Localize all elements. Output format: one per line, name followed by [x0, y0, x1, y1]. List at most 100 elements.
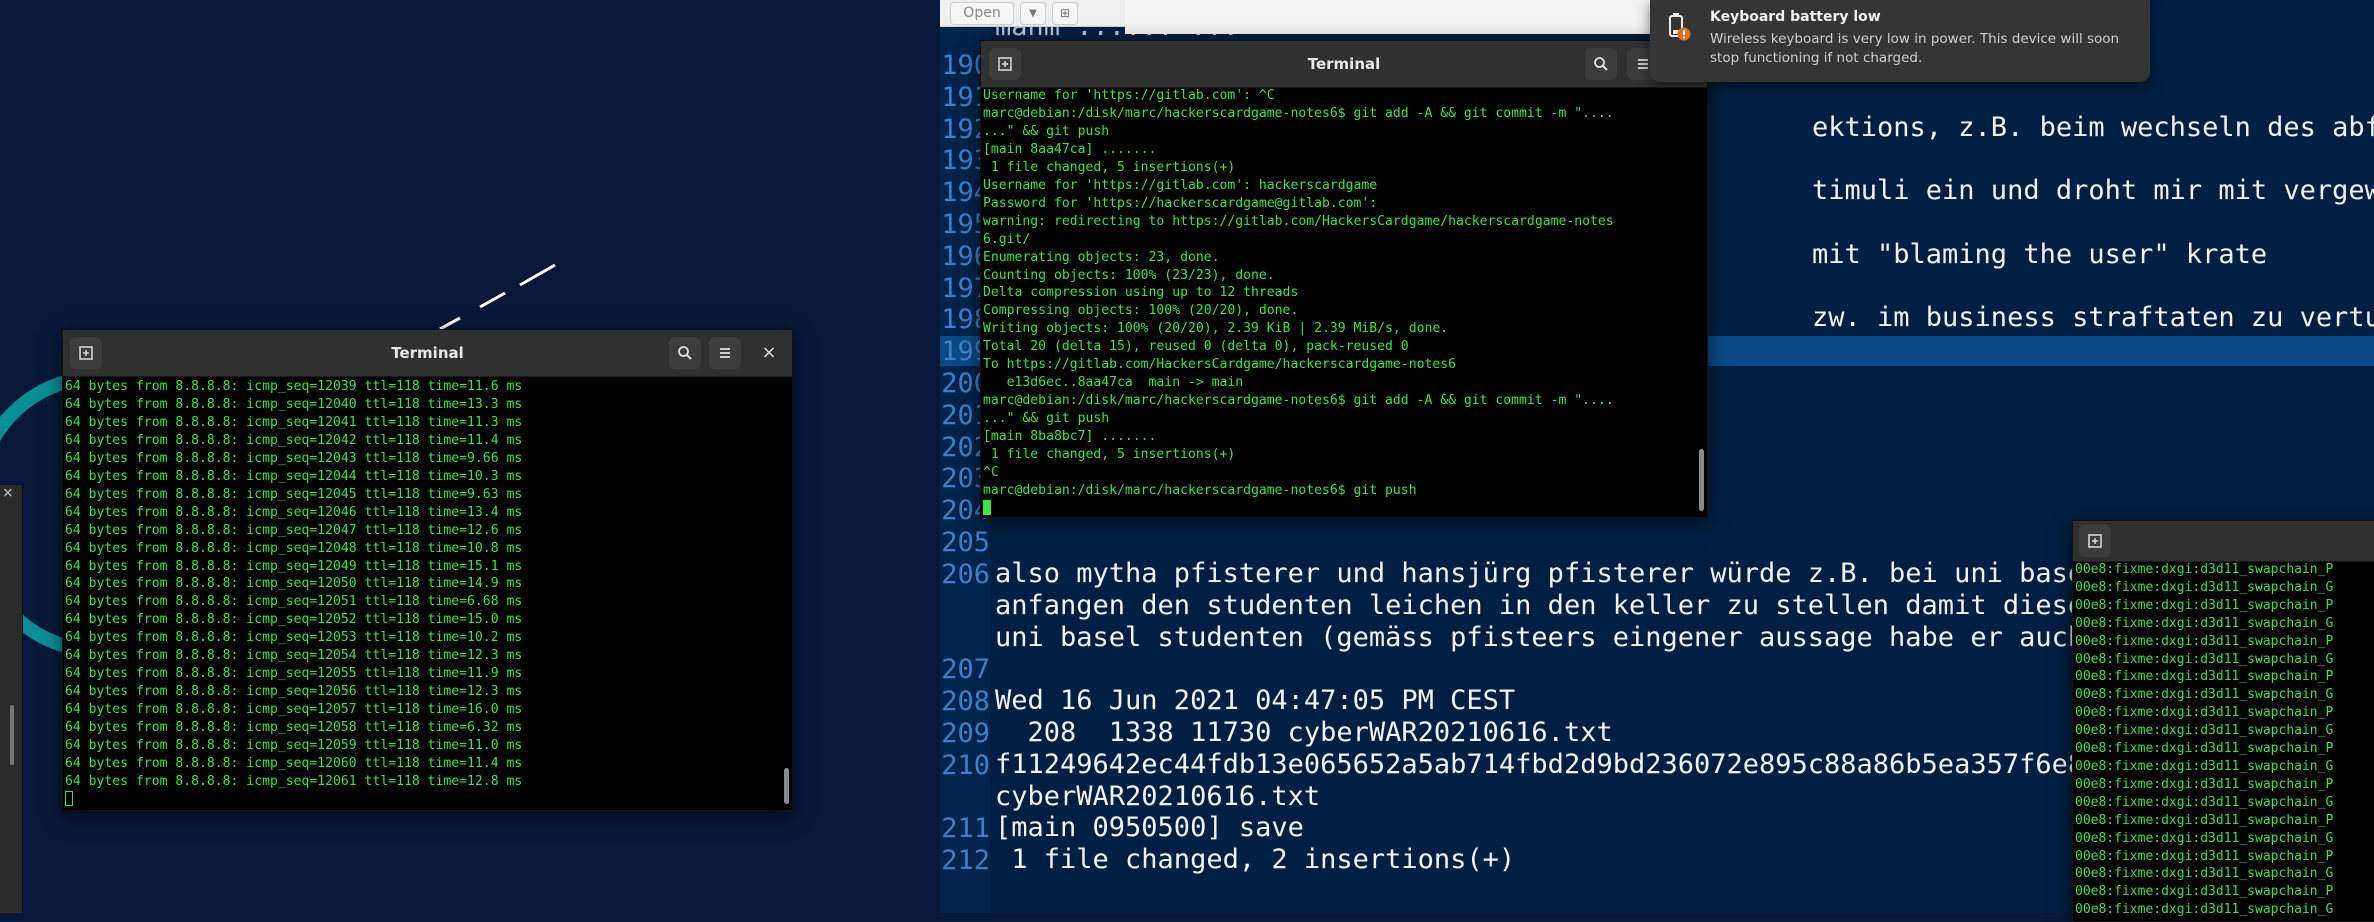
terminal-line: 00e8:fixme:dxgi:d3d11_swapchain_P: [2075, 812, 2334, 828]
terminal-line: 00e8:fixme:dxgi:d3d11_swapchain_P: [2075, 562, 2334, 577]
terminal-line: 1 file changed, 5 insertions(+): [983, 159, 1236, 175]
terminal-line: 64 bytes from 8.8.8.8: icmp_seq=12039 tt…: [65, 379, 523, 394]
terminal-line: To https://gitlab.com/HackersCardgame/ha…: [983, 357, 1456, 373]
line-number: 211: [941, 813, 990, 845]
search-icon[interactable]: [1585, 48, 1617, 80]
terminal-line: 00e8:fixme:dxgi:d3d11_swapchain_G: [2075, 651, 2334, 667]
terminal-line: 00e8:fixme:dxgi:d3d11_swapchain_G: [2075, 902, 2334, 918]
line-number: 212: [941, 845, 990, 876]
scrollbar[interactable]: [1699, 449, 1704, 511]
terminal-line: e13d6ec..8aa47ca main -> main: [983, 375, 1244, 391]
terminal-line: 64 bytes from 8.8.8.8: icmp_seq=12057 tt…: [65, 702, 523, 718]
terminal-line: 64 bytes from 8.8.8.8: icmp_seq=12049 tt…: [65, 558, 523, 574]
line-number: 210: [941, 749, 990, 781]
editor-line: uni basel studenten (gemäss pfisteers ei…: [995, 621, 2085, 653]
terminal-line: 64 bytes from 8.8.8.8: icmp_seq=12061 tt…: [65, 773, 523, 789]
terminal-output[interactable]: 00e8:fixme:dxgi:d3d11_swapchain_P 00e8:fi…: [2073, 561, 2374, 921]
terminal-line: 64 bytes from 8.8.8.8: icmp_seq=12055 tt…: [65, 666, 523, 682]
terminal-line: 64 bytes from 8.8.8.8: icmp_seq=12045 tt…: [65, 486, 523, 502]
terminal-line: 64 bytes from 8.8.8.8: icmp_seq=12054 tt…: [65, 648, 523, 664]
terminal-line: 64 bytes from 8.8.8.8: icmp_seq=12058 tt…: [65, 720, 523, 736]
terminal-prompt-line: [65, 790, 792, 809]
new-document-icon[interactable]: ⊞: [1052, 2, 1078, 25]
window-header-strip: [1125, 0, 1650, 34]
editor-line: Wed 16 Jun 2021 04:47:05 PM CEST: [995, 685, 1516, 717]
editor-line: 1 file changed, 2 insertions(+): [995, 844, 1516, 876]
terminal-line: [main 8aa47ca] .......: [983, 141, 1157, 157]
terminal-line: 64 bytes from 8.8.8.8: icmp_seq=12042 tt…: [65, 432, 523, 448]
chevron-down-icon[interactable]: ▼: [1020, 2, 1046, 25]
terminal-output[interactable]: 64 bytes from 8.8.8.8: icmp_seq=12039 tt…: [63, 378, 792, 810]
editor-line: [main 0950500] save: [995, 812, 1304, 844]
terminal-line: 00e8:fixme:dxgi:d3d11_swapchain_P: [2075, 848, 2334, 864]
line-number: 207: [941, 654, 990, 686]
file-toolbar: Open ▼ ⊞: [940, 0, 1125, 27]
text-cursor: [65, 790, 73, 806]
terminal-line: 00e8:fixme:dxgi:d3d11_swapchain_G: [2075, 723, 2334, 739]
line-number: 206: [941, 558, 990, 590]
terminal-line: 64 bytes from 8.8.8.8: icmp_seq=12053 tt…: [65, 630, 523, 646]
terminal-line: Delta compression using up to 12 threads: [983, 285, 1299, 301]
terminal-line: 00e8:fixme:dxgi:d3d11_swapchain_G: [2075, 866, 2334, 882]
battery-warning-icon: [1669, 13, 1691, 41]
search-icon[interactable]: [669, 337, 701, 369]
terminal-line: 1 file changed, 5 insertions(+): [983, 447, 1236, 463]
terminal-line: 00e8:fixme:dxgi:d3d11_swapchain_P: [2075, 597, 2334, 613]
line-number: 208: [941, 686, 990, 717]
terminal-line: marc@debian:/disk/marc/hackerscardgame-n…: [983, 105, 1614, 121]
terminal-line: 00e8:fixme:dxgi:d3d11_swapchain_P: [2075, 776, 2334, 792]
terminal-line: 64 bytes from 8.8.8.8: icmp_seq=12050 tt…: [65, 576, 523, 592]
terminal-line: marc@debian:/disk/marc/hackerscardgame-n…: [983, 393, 1614, 409]
hamburger-menu-icon[interactable]: [709, 337, 741, 369]
editor-fragment: mit "blaming the user" krate: [1812, 239, 2268, 270]
terminal-line: Writing objects: 100% (20/20), 2.39 KiB …: [983, 321, 1449, 337]
terminal-line: 64 bytes from 8.8.8.8: icmp_seq=12041 tt…: [65, 414, 523, 430]
terminal-line: 64 bytes from 8.8.8.8: icmp_seq=12048 tt…: [65, 540, 523, 556]
partial-window-left: ×: [0, 485, 23, 913]
editor-line: 208 1338 11730 cyberWAR20210616.txt: [995, 717, 1613, 748]
new-tab-icon[interactable]: [2079, 525, 2111, 557]
terminal-line: Counting objects: 100% (23/23), done.: [983, 267, 1275, 283]
terminal-line: 00e8:fixme:dxgi:d3d11_swapchain_G: [2075, 758, 2334, 774]
notification-title: Keyboard battery low: [1710, 9, 1881, 25]
terminal-line: 00e8:fixme:dxgi:d3d11_swapchain_P: [2075, 669, 2334, 685]
terminal-line: 00e8:fixme:dxgi:d3d11_swapchain_P: [2075, 705, 2334, 721]
terminal-line: marc@debian:/disk/marc/hackerscardgame-n…: [983, 482, 1417, 498]
terminal-line: Username for 'https://gitlab.com': hacke…: [983, 177, 1378, 193]
terminal-line: 6.git/: [983, 231, 1031, 247]
notification-body: Wireless keyboard is very low in power. …: [1710, 31, 2120, 66]
terminal-line: 00e8:fixme:dxgi:d3d11_swapchain_P: [2075, 741, 2334, 757]
terminal-line: Username for 'https://gitlab.com': ^C: [983, 88, 1275, 103]
terminal-window-git: Terminal Username for 'https://gitlab.co…: [980, 40, 1708, 518]
close-icon[interactable]: ×: [2, 485, 14, 501]
terminal-header: Terminal ×: [63, 330, 792, 377]
editor-line: anfangen den studenten leichen in den ke…: [995, 589, 2085, 621]
terminal-line: [main 8ba8bc7] .......: [983, 429, 1157, 445]
terminal-line: 00e8:fixme:dxgi:d3d11_swapchain_P: [2075, 919, 2374, 921]
scrollbar[interactable]: [10, 705, 14, 765]
terminal-line: 64 bytes from 8.8.8.8: icmp_seq=12056 tt…: [65, 684, 523, 700]
editor-line: f11249642ec44fdb13e065652a5ab714fbd2d9bd…: [995, 748, 2085, 780]
terminal-line: 64 bytes from 8.8.8.8: icmp_seq=12040 tt…: [65, 396, 523, 412]
battery-notification[interactable]: Keyboard battery low Wireless keyboard i…: [1650, 0, 2150, 82]
terminal-line: 00e8:fixme:dxgi:d3d11_swapchain_G: [2075, 579, 2334, 595]
terminal-line: 00e8:fixme:dxgi:d3d11_swapchain_P: [2075, 633, 2334, 649]
terminal-header: Terminal: [981, 41, 1707, 88]
terminal-line: Password for 'https://hackerscardgame@gi…: [983, 195, 1378, 211]
terminal-line: Enumerating objects: 23, done.: [983, 249, 1220, 265]
editor-line: also mytha pfisterer und hansjürg pfiste…: [995, 558, 2101, 589]
terminal-output[interactable]: Username for 'https://gitlab.com': ^C mar…: [981, 87, 1707, 517]
terminal-line: Compressing objects: 100% (20/20), done.: [983, 303, 1299, 319]
open-button[interactable]: Open: [950, 2, 1014, 25]
terminal-line: ^C: [983, 465, 999, 481]
terminal-line: 64 bytes from 8.8.8.8: icmp_seq=12051 tt…: [65, 594, 523, 610]
editor-fragment: zw. im business straftaten zu vertuschen: [1812, 302, 2374, 333]
terminal-window-right: 00e8:fixme:dxgi:d3d11_swapchain_P 00e8:fi…: [2072, 520, 2374, 922]
editor-line: cyberWAR20210616.txt: [995, 780, 1321, 812]
scrollbar[interactable]: [784, 768, 789, 804]
terminal-line: 64 bytes from 8.8.8.8: icmp_seq=12044 tt…: [65, 468, 523, 484]
close-icon[interactable]: ×: [753, 337, 785, 369]
terminal-line: 64 bytes from 8.8.8.8: icmp_seq=12060 tt…: [65, 756, 523, 772]
terminal-window-ping: Terminal × 64 bytes from 8.8.8.8: icmp_s…: [62, 329, 793, 811]
terminal-line: 00e8:fixme:dxgi:d3d11_swapchain_G: [2075, 687, 2334, 703]
